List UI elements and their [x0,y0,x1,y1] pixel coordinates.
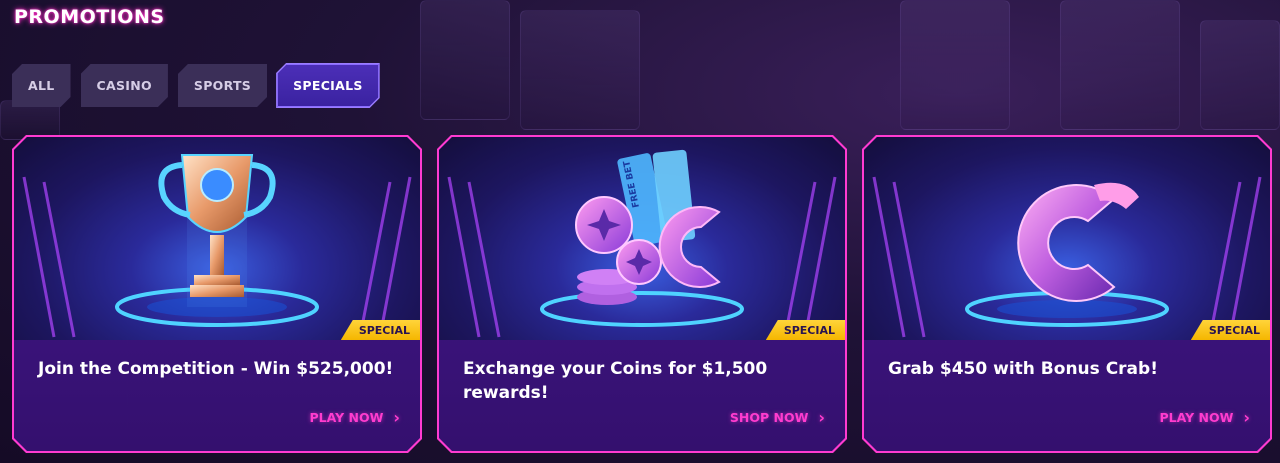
trophy-icon [14,137,420,340]
crab-c-logo-icon [864,137,1270,340]
tab-sports[interactable]: SPORTS [178,64,267,107]
tab-all[interactable]: ALL [12,64,71,107]
cta-label: PLAY NOW [309,410,384,425]
tab-sports-wrap: SPORTS [178,64,267,107]
promotion-title: Grab $450 with Bonus Crab! [888,359,1158,379]
page-title: PROMOTIONS [14,6,165,28]
tab-specials-wrap: SPECIALS [277,64,379,107]
special-badge: SPECIAL [1191,320,1270,340]
tab-specials[interactable]: SPECIALS [277,64,379,107]
promotion-card-body: SPECIAL Grab $450 with Bonus Crab! PLAY … [864,137,1270,451]
special-badge: SPECIAL [341,320,420,340]
promotion-image [14,137,420,340]
promotion-card-body: SPECIAL Join the Competition - Win $525,… [14,137,420,451]
promotion-title: Join the Competition - Win $525,000! [38,359,394,379]
promotion-title: Exchange your Coins for $1,500 rewards! [463,359,768,403]
promotion-card[interactable]: SPECIAL Grab $450 with Bonus Crab! PLAY … [862,135,1272,453]
chevron-right-icon: › [393,408,400,427]
promotion-cards: SPECIAL Join the Competition - Win $525,… [12,135,1272,453]
promotion-card[interactable]: SPECIAL Join the Competition - Win $525,… [12,135,422,453]
play-now-button[interactable]: PLAY NOW › [1160,408,1250,427]
tab-casino[interactable]: CASINO [81,64,168,107]
promotion-tabs: ALL CASINO SPORTS SPECIALS [12,64,379,107]
cta-label: PLAY NOW [1159,410,1234,425]
tab-casino-wrap: CASINO [81,64,168,107]
chevron-right-icon: › [1243,408,1250,427]
promotion-card[interactable]: FREE BET SPECIAL Exchange your Coins for… [437,135,847,453]
chevron-right-icon: › [818,408,825,427]
special-badge: SPECIAL [766,320,845,340]
coins-tickets-icon: FREE BET [439,137,845,340]
tab-all-wrap: ALL [12,64,71,107]
cta-label: SHOP NOW [729,410,809,425]
play-now-button[interactable]: PLAY NOW › [310,408,400,427]
promotion-image: FREE BET [439,137,845,340]
promotion-card-body: FREE BET SPECIAL Exchange your Coins for… [439,137,845,451]
promotion-image [864,137,1270,340]
shop-now-button[interactable]: SHOP NOW › [730,408,825,427]
